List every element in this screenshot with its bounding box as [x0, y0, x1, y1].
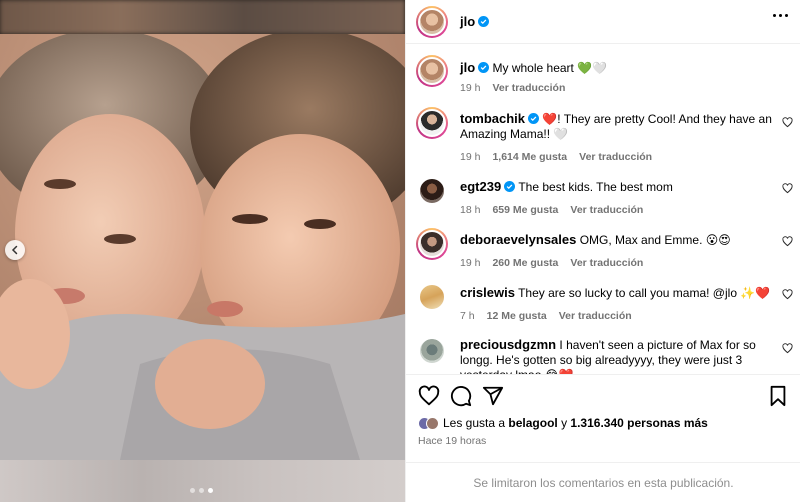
comment-body: jlo My whole heart 💚🤍 19 h Ver traducció… [460, 55, 778, 96]
more-options-button[interactable] [773, 14, 788, 17]
comment-time[interactable]: 19 h [460, 150, 480, 165]
avatar[interactable] [416, 175, 448, 207]
comment-like-heart-icon[interactable] [782, 183, 793, 194]
verified-badge-icon [504, 181, 516, 192]
comment-username[interactable]: deboraevelynsales [460, 232, 576, 247]
comment-likes[interactable]: 659 Me gusta [492, 203, 558, 218]
comment-like-heart-icon[interactable] [782, 343, 793, 354]
carousel-prev-button[interactable] [5, 240, 25, 260]
avatar[interactable] [416, 228, 448, 260]
comment-time[interactable]: 18 h [460, 203, 480, 218]
comment-text: OMG, Max and Emme. 😮😍 [579, 233, 731, 247]
post-media [0, 0, 405, 502]
avatar[interactable] [416, 335, 448, 367]
caption: jlo My whole heart 💚🤍 19 h Ver traducció… [416, 55, 796, 96]
comment-likes[interactable]: 260 Me gusta [492, 256, 558, 271]
comment-time[interactable]: 19 h [460, 81, 480, 96]
comment-icon[interactable] [450, 385, 472, 407]
likes-prefix: Les gusta a [443, 416, 506, 430]
verified-badge-icon [528, 113, 540, 124]
post-photo [0, 34, 405, 460]
carousel-dot-active [208, 488, 213, 493]
post-timestamp[interactable]: Hace 19 horas [418, 435, 486, 447]
comment-item: preciousdgzmn I haven't seen a picture o… [416, 335, 796, 374]
carousel-dot [190, 488, 195, 493]
photo-blur-top [0, 0, 405, 34]
comment-item: tombachik ❤️! They are pretty Cool! And … [416, 107, 796, 165]
comment-body: tombachik ❤️! They are pretty Cool! And … [460, 107, 778, 165]
comment-item: crislewis They are so lucky to call you … [416, 281, 796, 324]
comment-username[interactable]: crislewis [460, 285, 515, 300]
avatar[interactable] [416, 281, 448, 313]
verified-badge-icon [478, 16, 490, 27]
translate-link[interactable]: Ver traducción [570, 256, 643, 271]
comment-body: egt239 The best kids. The best mom 18 h … [460, 175, 778, 218]
comments-list: jlo My whole heart 💚🤍 19 h Ver traducció… [406, 45, 800, 374]
author-username[interactable]: jlo [460, 14, 475, 29]
comment-username[interactable]: jlo [460, 60, 475, 75]
comment-username[interactable]: preciousdgzmn [460, 337, 556, 352]
comment-like-heart-icon[interactable] [782, 117, 793, 128]
liker-username[interactable]: belagool [508, 416, 557, 430]
translate-link[interactable]: Ver traducción [559, 309, 632, 324]
comment-likes[interactable]: 1,614 Me gusta [492, 150, 567, 165]
comments-limited-notice: Se limitaron los comentarios en esta pub… [406, 462, 800, 502]
avatar[interactable] [416, 55, 448, 87]
translate-link[interactable]: Ver traducción [570, 203, 643, 218]
likes-joiner: y [561, 416, 568, 430]
comment-time[interactable]: 19 h [460, 256, 480, 271]
comment-body: crislewis They are so lucky to call you … [460, 281, 778, 324]
comment-username[interactable]: tombachik [460, 111, 525, 126]
author-avatar[interactable] [416, 5, 448, 38]
comment-username[interactable]: egt239 [460, 179, 501, 194]
heart-icon[interactable] [418, 385, 440, 407]
comment-like-heart-icon[interactable] [782, 289, 793, 300]
carousel-dot [199, 488, 204, 493]
likes-count[interactable]: 1.316.340 personas más [570, 416, 707, 430]
likes-summary: Les gusta a belagool y 1.316.340 persona… [418, 416, 708, 430]
send-icon[interactable] [482, 385, 504, 407]
carousel-indicator [190, 488, 213, 493]
comment-time[interactable]: 7 h [460, 309, 475, 324]
comment-text: They are so lucky to call you mama! @jlo… [518, 286, 771, 300]
comment-text: The best kids. The best mom [518, 180, 673, 194]
comment-body: preciousdgzmn I haven't seen a picture o… [460, 335, 778, 374]
comment-text: My whole heart 💚🤍 [492, 61, 608, 75]
post-header: jlo [406, 0, 800, 44]
translate-link[interactable]: Ver traducción [579, 150, 652, 165]
liker-avatar[interactable] [426, 416, 439, 430]
comment-body: deboraevelynsales OMG, Max and Emme. 😮😍 … [460, 228, 778, 271]
comment-like-heart-icon[interactable] [782, 236, 793, 247]
verified-badge-icon [478, 62, 490, 73]
photo-blur-bottom [0, 460, 405, 502]
comment-likes[interactable]: 12 Me gusta [487, 309, 547, 324]
post-details-panel: jlo jlo My whole heart 💚🤍 19 h Ver tradu… [405, 0, 800, 502]
comment-item: deboraevelynsales OMG, Max and Emme. 😮😍 … [416, 228, 796, 271]
post-actions-bar [406, 374, 800, 414]
chevron-left-icon [11, 245, 18, 255]
bookmark-icon[interactable] [767, 385, 789, 407]
comment-item: egt239 The best kids. The best mom 18 h … [416, 175, 796, 218]
avatar[interactable] [416, 107, 448, 139]
translate-link[interactable]: Ver traducción [492, 81, 565, 96]
